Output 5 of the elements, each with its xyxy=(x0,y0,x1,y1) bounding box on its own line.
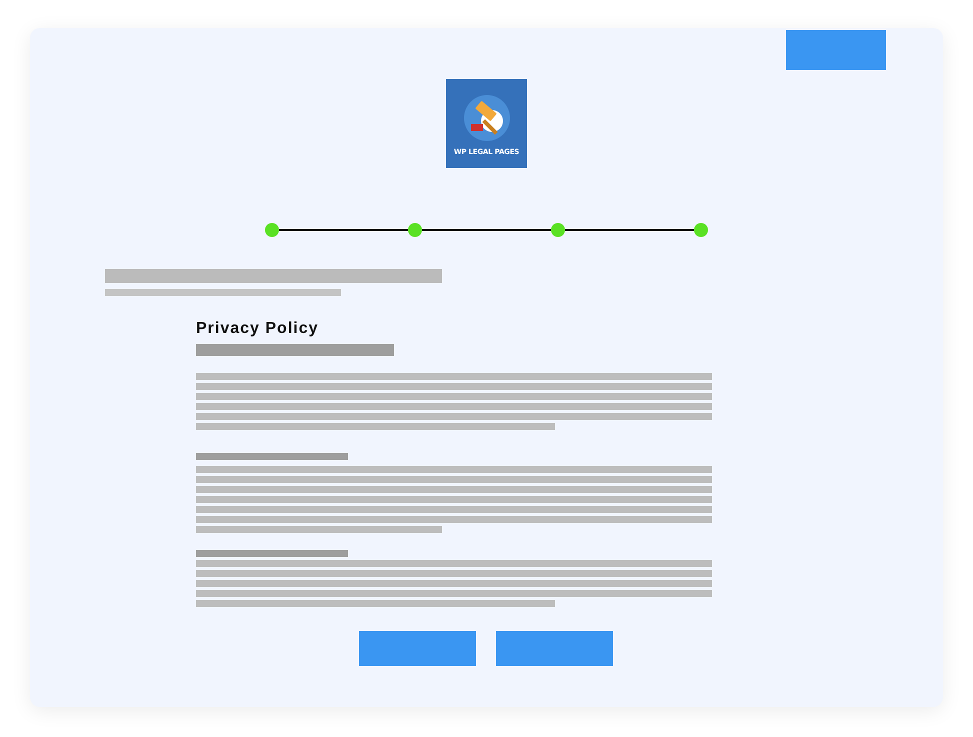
next-button[interactable] xyxy=(496,631,613,666)
back-button[interactable] xyxy=(359,631,476,666)
header-button[interactable] xyxy=(786,30,886,70)
document-title: Privacy Policy xyxy=(196,320,320,338)
gavel-icon xyxy=(462,94,512,142)
